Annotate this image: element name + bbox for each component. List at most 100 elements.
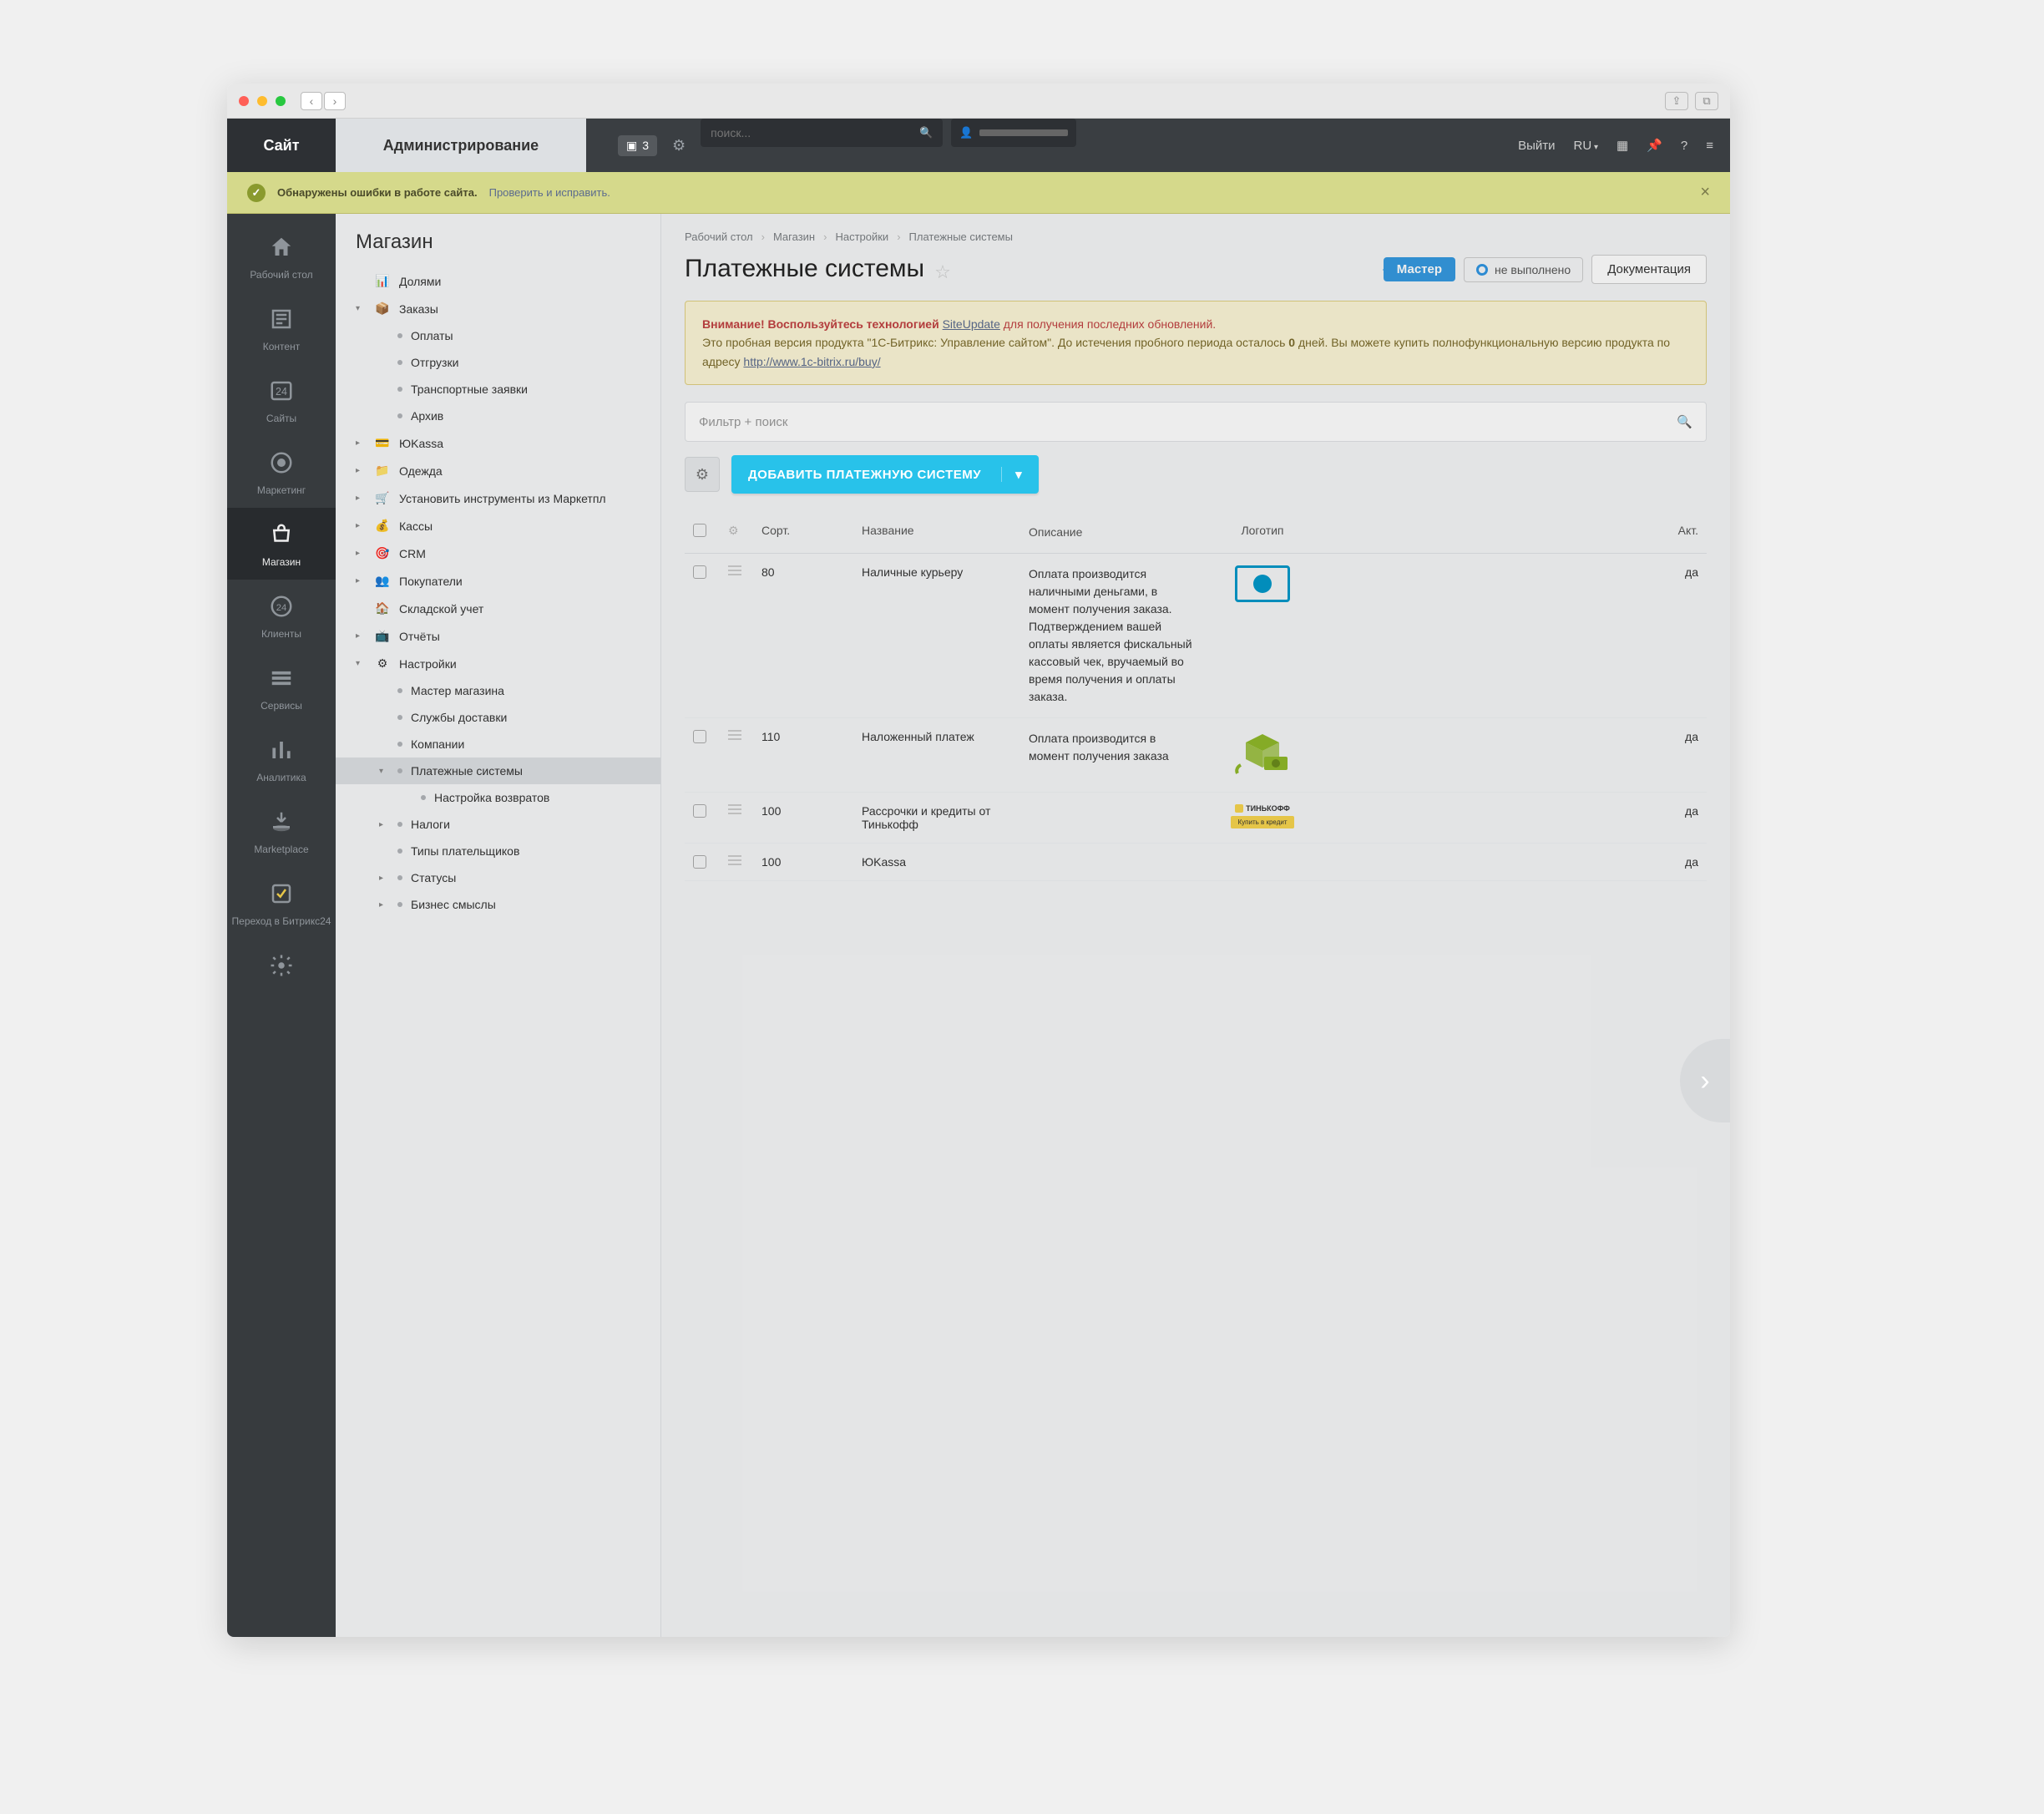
tree-item[interactable]: ▸📁Одежда xyxy=(336,457,660,484)
tree-item[interactable]: Компании xyxy=(336,731,660,758)
sidebar-item-desktop[interactable]: Рабочий стол xyxy=(227,220,336,292)
close-icon[interactable]: × xyxy=(1700,183,1710,202)
notifications-badge[interactable]: ▣ 3 xyxy=(618,135,657,156)
gear-icon[interactable]: ⚙ xyxy=(672,137,686,155)
user-chip[interactable]: 👤 xyxy=(951,119,1076,147)
trial-days: 0 xyxy=(1288,336,1295,349)
sidebar-item-analytics[interactable]: Аналитика xyxy=(227,723,336,795)
sidebar-item-sites[interactable]: 24Сайты xyxy=(227,364,336,436)
row-checkbox[interactable] xyxy=(693,565,706,579)
tree-item[interactable]: Архив xyxy=(336,403,660,429)
breadcrumb-item[interactable]: Рабочий стол xyxy=(685,231,753,243)
tree-item[interactable]: Мастер магазина xyxy=(336,677,660,704)
drag-handle-icon[interactable] xyxy=(728,855,741,865)
sidebar-item-services[interactable]: Сервисы xyxy=(227,651,336,723)
sidebar-item-marketplace[interactable]: Marketplace xyxy=(227,795,336,867)
cell-active: да xyxy=(1640,855,1698,869)
top-search[interactable]: 🔍 xyxy=(701,119,943,147)
tree-arrow-icon: ▾ xyxy=(356,659,366,668)
lang-selector[interactable]: RU xyxy=(1574,139,1598,153)
sidebar-item-bitrix24[interactable]: Переход в Битрикс24 xyxy=(227,867,336,939)
close-window[interactable] xyxy=(239,96,249,106)
maximize-window[interactable] xyxy=(276,96,286,106)
dot-icon xyxy=(421,795,426,800)
gear-icon[interactable]: ⚙ xyxy=(728,524,753,538)
sidebar-item-content[interactable]: Контент xyxy=(227,292,336,364)
tree-item[interactable]: ▾📦Заказы xyxy=(336,295,660,322)
tree-item[interactable]: Службы доставки xyxy=(336,704,660,731)
share-icon[interactable]: ⇪ xyxy=(1665,92,1688,110)
tree-item[interactable]: ▸👥Покупатели xyxy=(336,567,660,595)
breadcrumb-item[interactable]: Настройки xyxy=(835,231,888,243)
add-payment-system-button[interactable]: ДОБАВИТЬ ПЛАТЕЖНУЮ СИСТЕМУ ▾ xyxy=(731,455,1039,494)
col-name[interactable]: Название xyxy=(862,524,1020,537)
tree-item[interactable]: ▾⚙Настройки xyxy=(336,650,660,677)
tab-site[interactable]: Сайт xyxy=(227,119,336,172)
table-row[interactable]: 80Наличные курьеруОплата производится на… xyxy=(685,554,1707,718)
alert-action-link[interactable]: Проверить и исправить. xyxy=(489,186,610,199)
select-all-checkbox[interactable] xyxy=(693,524,706,537)
grid-icon[interactable]: ▦ xyxy=(1616,138,1628,153)
table-row[interactable]: 100Рассрочки и кредиты от ТинькоффТИНЬКО… xyxy=(685,793,1707,844)
cell-name: Наложенный платеж xyxy=(862,730,1020,743)
logout-link[interactable]: Выйти xyxy=(1518,139,1555,153)
tinkoff-logo: ТИНЬКОФФКупить в кредит xyxy=(1212,804,1313,828)
back-button[interactable]: ‹ xyxy=(301,92,322,110)
row-checkbox[interactable] xyxy=(693,730,706,743)
tree-item[interactable]: Отгрузки xyxy=(336,349,660,376)
drag-handle-icon[interactable] xyxy=(728,804,741,814)
row-checkbox[interactable] xyxy=(693,855,706,869)
tree-item[interactable]: ▸🛒Установить инструменты из Маркетпл xyxy=(336,484,660,512)
col-desc[interactable]: Описание xyxy=(1029,524,1196,541)
menu-icon[interactable]: ≡ xyxy=(1706,139,1713,153)
tree-item[interactable]: Оплаты xyxy=(336,322,660,349)
buy-link[interactable]: http://www.1c-bitrix.ru/buy/ xyxy=(743,355,880,368)
table-settings-button[interactable]: ⚙ xyxy=(685,457,720,492)
tree-item[interactable]: ▸🎯CRM xyxy=(336,540,660,567)
sidebar-item-marketing[interactable]: Маркетинг xyxy=(227,436,336,508)
sidebar-item-shop[interactable]: Магазин xyxy=(227,508,336,580)
documentation-button[interactable]: Документация xyxy=(1591,255,1707,284)
forward-button[interactable]: › xyxy=(324,92,346,110)
sidebar-item-settings[interactable] xyxy=(227,939,336,999)
tab-admin[interactable]: Администрирование xyxy=(336,119,586,172)
col-active[interactable]: Акт. xyxy=(1640,524,1698,537)
sidebar-item-clients[interactable]: 24Клиенты xyxy=(227,580,336,651)
tabs-icon[interactable]: ⧉ xyxy=(1695,92,1718,110)
add-button-dropdown-icon[interactable]: ▾ xyxy=(1001,467,1022,482)
tree-item[interactable]: ▾Платежные системы xyxy=(336,758,660,784)
siteupdate-link[interactable]: SiteUpdate xyxy=(943,317,1000,331)
dot-icon xyxy=(397,333,402,338)
tree-item[interactable]: ▸Налоги xyxy=(336,811,660,838)
help-icon[interactable]: ? xyxy=(1681,139,1687,153)
drag-handle-icon[interactable] xyxy=(728,565,741,575)
tree-item[interactable]: 🏠Складской учет xyxy=(336,595,660,622)
minimize-window[interactable] xyxy=(257,96,267,106)
tree-item[interactable]: Типы плательщиков xyxy=(336,838,660,864)
tree-item[interactable]: 📊Долями xyxy=(336,267,660,295)
col-logo[interactable]: Логотип xyxy=(1204,524,1321,537)
breadcrumb-item[interactable]: Магазин xyxy=(773,231,815,243)
side-expand-arrow[interactable]: › xyxy=(1680,1039,1730,1122)
tree-item[interactable]: ▸💳ЮKassa xyxy=(336,429,660,457)
pin-icon[interactable]: 📌 xyxy=(1647,138,1662,153)
master-tag[interactable]: Мастер xyxy=(1384,257,1455,281)
table-row[interactable]: 100ЮKassaда xyxy=(685,844,1707,881)
tree-item[interactable]: Транспортные заявки xyxy=(336,376,660,403)
settings-icon: ⚙ xyxy=(374,656,391,671)
col-sort[interactable]: Сорт. xyxy=(761,524,853,537)
search-input[interactable] xyxy=(711,126,919,139)
sidebar-item-label: Аналитика xyxy=(256,772,306,783)
tree-item[interactable]: ▸Статусы xyxy=(336,864,660,891)
tree-item[interactable]: ▸📺Отчёты xyxy=(336,622,660,650)
tree-arrow-icon: ▸ xyxy=(356,494,366,503)
table-row[interactable]: 110Наложенный платежОплата производится … xyxy=(685,718,1707,793)
row-checkbox[interactable] xyxy=(693,804,706,818)
favorite-star-icon[interactable]: ☆ xyxy=(934,261,951,283)
tree-item[interactable]: ▸💰Кассы xyxy=(336,512,660,540)
drag-handle-icon[interactable] xyxy=(728,730,741,740)
breadcrumb-item[interactable]: Платежные системы xyxy=(909,231,1013,243)
tree-item[interactable]: ▸Бизнес смыслы xyxy=(336,891,660,918)
tree-item[interactable]: Настройка возвратов xyxy=(336,784,660,811)
filter-search[interactable]: Фильтр + поиск 🔍 xyxy=(685,402,1707,442)
